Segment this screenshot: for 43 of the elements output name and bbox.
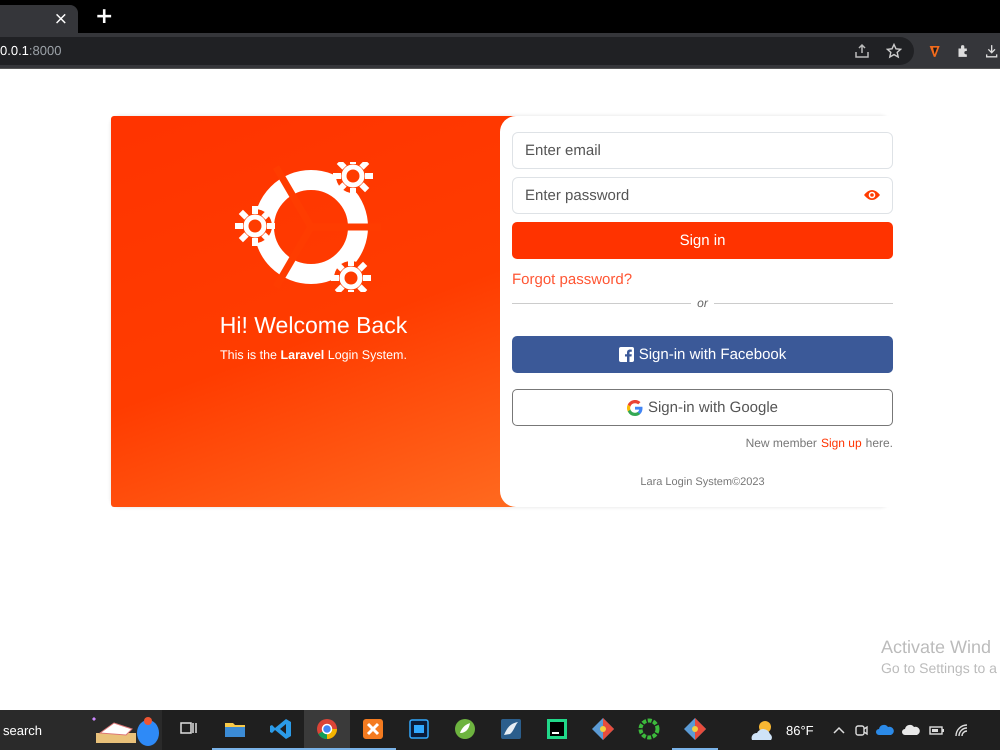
facebook-button[interactable]: Sign-in with Facebook (512, 336, 893, 373)
address-bar[interactable]: 0.0.1:8000 (0, 36, 914, 64)
email-field[interactable]: Enter email (512, 132, 893, 169)
footer-text: Lara Login System©2023 (640, 476, 765, 488)
divider-text: or (697, 296, 708, 310)
code-editor-icon[interactable] (269, 717, 293, 741)
ring-app-icon[interactable] (637, 717, 661, 741)
download-icon[interactable] (984, 42, 998, 58)
server-app-icon[interactable] (361, 717, 385, 741)
cloud-icon[interactable] (902, 723, 920, 737)
database-app-icon[interactable] (499, 717, 523, 741)
google-icon (626, 400, 643, 416)
signup-text: New member (746, 436, 817, 450)
eye-icon[interactable] (863, 189, 881, 201)
activation-title: Activate Wind (881, 637, 992, 658)
activation-text: Go to Settings to a (881, 660, 997, 676)
puzzle-icon[interactable] (956, 42, 970, 58)
temperature-text[interactable]: 86°F (786, 722, 814, 738)
leaf-app-icon[interactable] (453, 717, 477, 741)
facebook-icon (618, 347, 634, 362)
url-host: 0.0.1 (0, 43, 29, 58)
taskbar-app[interactable] (304, 710, 350, 750)
password-field[interactable]: Enter password (512, 177, 893, 214)
signup-text: here. (866, 436, 893, 450)
wifi-icon[interactable] (954, 723, 970, 737)
new-tab-button[interactable]: + (95, 6, 114, 28)
taskbar-search-field[interactable]: search (0, 710, 162, 750)
star-icon[interactable] (886, 42, 902, 58)
sign-up-link[interactable]: Sign up (820, 436, 862, 450)
ide-icon[interactable] (545, 717, 569, 741)
close-tab-button[interactable]: × (54, 10, 68, 28)
welcome-heading: Hi! Welcome Back (220, 312, 408, 339)
camera-icon[interactable] (854, 723, 868, 737)
sign-in-button[interactable]: Sign in (512, 222, 893, 259)
welcome-text: This is the Laravel Login System. (220, 348, 407, 362)
diamond-app-icon[interactable] (591, 717, 615, 741)
browser-tab[interactable]: × (0, 5, 78, 33)
google-button[interactable]: Sign-in with Google (512, 389, 893, 426)
browser-icon[interactable] (315, 717, 339, 741)
share-icon[interactable] (854, 42, 870, 58)
diamond-app-icon[interactable] (683, 717, 707, 741)
url-port: :8000 (28, 43, 62, 58)
image-editor-icon[interactable] (407, 717, 431, 741)
